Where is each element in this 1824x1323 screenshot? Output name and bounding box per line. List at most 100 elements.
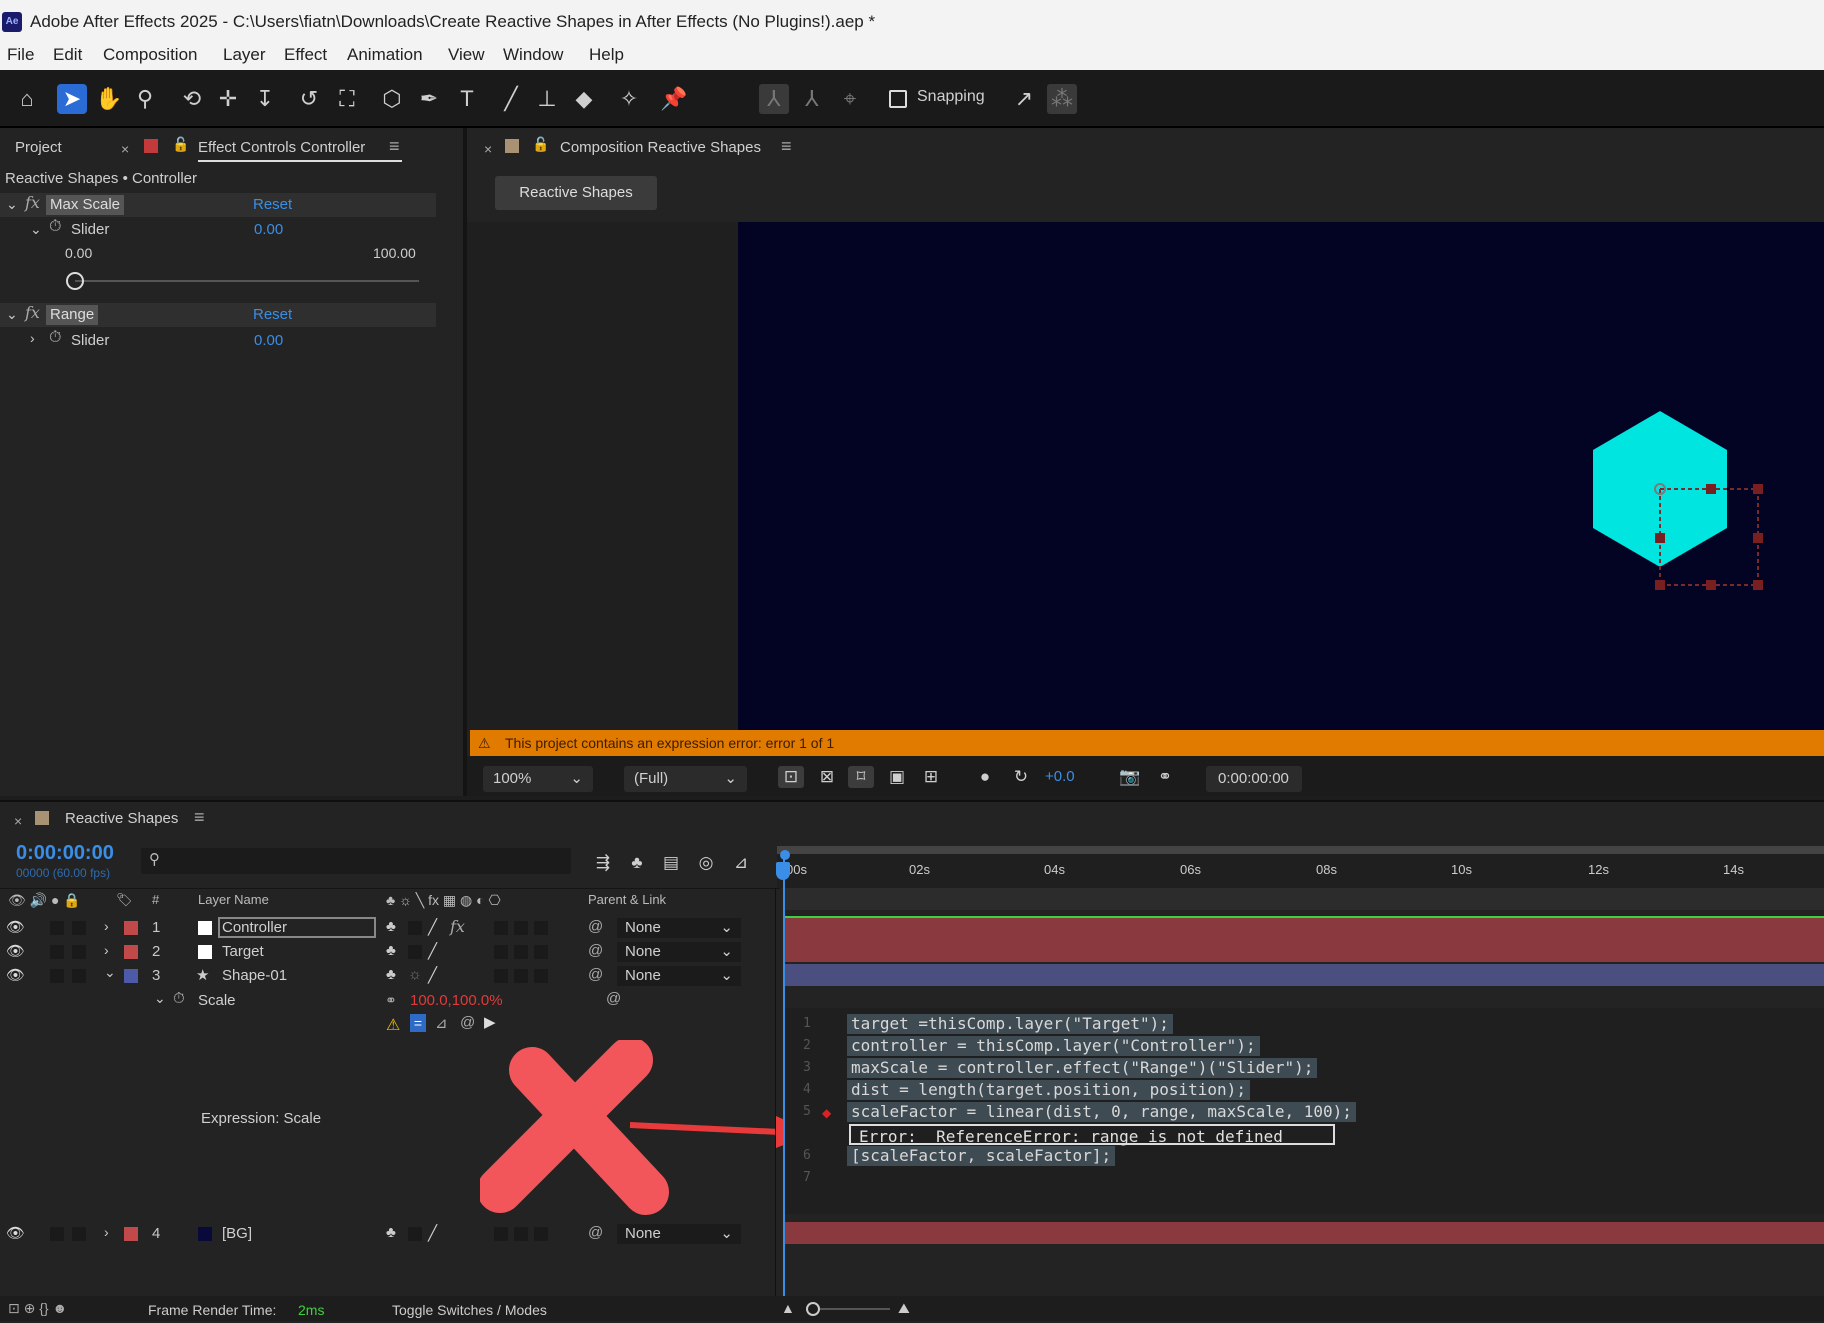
snapping-checkbox[interactable] (889, 90, 907, 108)
collapse-switch[interactable] (408, 921, 422, 935)
layer-label-color[interactable] (124, 945, 138, 959)
parent-dropdown[interactable]: None ⌄ (617, 942, 741, 962)
work-area-start[interactable] (780, 850, 790, 860)
world-axis-icon[interactable]: ⅄ (797, 84, 827, 114)
visibility-eye-icon[interactable]: 👁 (6, 966, 25, 984)
collapse-switch-icon[interactable]: ☼ (408, 966, 422, 983)
menu-help[interactable]: Help (589, 45, 624, 65)
lock-toggle[interactable] (72, 921, 86, 935)
tab-timeline[interactable]: Reactive Shapes (65, 810, 178, 827)
code-line[interactable]: controller = thisComp.layer("Controller"… (847, 1036, 1260, 1056)
layer-row[interactable]: 👁 ⌄ 3 ★ Shape-01 ♣ ☼ ╱ @ None ⌄ (0, 964, 780, 988)
dolly-camera-icon[interactable]: ↧ (250, 84, 280, 114)
layer-row[interactable]: 👁 › 4 [BG] ♣ ╱ @ None ⌄ (0, 1222, 780, 1246)
chevron-down-icon[interactable]: ⌄ (30, 221, 42, 238)
playhead-line[interactable] (783, 852, 785, 1296)
parent-dropdown[interactable]: None ⌄ (617, 918, 741, 938)
frame-blend-switch[interactable] (494, 945, 508, 959)
visibility-eye-icon[interactable]: 👁 (6, 1224, 25, 1242)
reset-exposure-icon[interactable]: ↻ (1008, 766, 1034, 788)
tab-project[interactable]: Project (15, 139, 62, 156)
shape-tool-icon[interactable]: ⬡ (377, 84, 407, 114)
graph-editor-icon[interactable]: ⊿ (728, 852, 754, 874)
menu-layer[interactable]: Layer (223, 45, 266, 65)
menu-edit[interactable]: Edit (53, 45, 82, 65)
motion-blur-switch[interactable] (514, 945, 528, 959)
reset-link[interactable]: Reset (253, 196, 292, 213)
shy-switch-icon[interactable]: ♣ (386, 942, 396, 959)
exposure-value[interactable]: +0.0 (1045, 768, 1075, 785)
brush-tool-icon[interactable]: ╱ (496, 84, 526, 114)
code-line[interactable]: [scaleFactor, scaleFactor]; (847, 1146, 1116, 1166)
stopwatch-icon[interactable]: ⏱ (49, 218, 61, 236)
panel-menu-icon[interactable]: ≡ (194, 807, 205, 828)
chevron-right-icon[interactable]: › (30, 330, 35, 346)
tab-composition[interactable]: Composition Reactive Shapes (560, 139, 761, 156)
status-toggle-icons[interactable]: ⊡ ⊕ {} ☻ (8, 1300, 67, 1317)
adjustment-switch[interactable] (534, 921, 548, 935)
slider-value[interactable]: 0.00 (254, 221, 283, 238)
quality-switch-icon[interactable]: ╱ (428, 942, 437, 960)
pick-whip-icon[interactable]: @ (588, 942, 603, 959)
constrain-proportions-icon[interactable]: ⚭ (385, 992, 397, 1009)
layer-name[interactable]: Target (222, 943, 264, 960)
close-icon[interactable]: × (484, 141, 492, 157)
close-icon[interactable]: × (14, 813, 22, 829)
lock-icon[interactable]: 🔓 (532, 136, 549, 153)
solo-toggle[interactable] (50, 945, 64, 959)
shy-switch-icon[interactable]: ♣ (386, 966, 396, 983)
type-tool-icon[interactable]: T (452, 84, 482, 114)
pick-whip-icon[interactable]: @ (606, 990, 621, 1007)
work-area-bar[interactable] (777, 846, 1824, 854)
snapshot-camera-icon[interactable]: 📷 (1117, 766, 1143, 788)
time-ruler[interactable] (777, 848, 1824, 888)
pick-whip-icon[interactable]: @ (588, 1224, 603, 1241)
code-line[interactable]: target =thisComp.layer("Target"); (847, 1014, 1173, 1034)
expression-warning-icon[interactable]: ⚠ (386, 1015, 400, 1035)
adjustment-switch[interactable] (534, 969, 548, 983)
fx-icon[interactable]: fx (25, 303, 40, 322)
lock-toggle[interactable] (72, 1227, 86, 1241)
shy-switch-icon[interactable]: ♣ (386, 1224, 396, 1241)
chevron-down-icon[interactable]: ⌄ (6, 306, 18, 323)
collapse-switch[interactable] (408, 1227, 422, 1241)
pick-whip-icon[interactable]: @ (588, 966, 603, 983)
chevron-right-icon[interactable]: › (104, 1224, 109, 1240)
show-snapshot-icon[interactable]: ⚭ (1152, 766, 1178, 788)
frame-blend-switch[interactable] (494, 969, 508, 983)
viewer-timecode[interactable]: 0:00:00:00 (1206, 766, 1302, 792)
layer-track-bar[interactable] (783, 964, 1824, 986)
adjustment-switch[interactable] (534, 1227, 548, 1241)
expression-error-bar[interactable]: ⚠ This project contains an expression er… (470, 730, 1824, 756)
expression-graph-icon[interactable]: ⊿ (435, 1014, 448, 1032)
menu-animation[interactable]: Animation (347, 45, 423, 65)
code-line[interactable]: dist = length(target.position, position)… (847, 1080, 1250, 1100)
layer-label-color[interactable] (124, 969, 138, 983)
shy-switch-icon[interactable]: ♣ (386, 918, 396, 935)
layer-name[interactable]: Controller (218, 917, 376, 938)
transparency-grid-icon[interactable]: ⊠ (814, 766, 840, 788)
chevron-right-icon[interactable]: › (104, 942, 109, 958)
lock-toggle[interactable] (72, 945, 86, 959)
parent-dropdown[interactable]: None ⌄ (617, 966, 741, 986)
adjustment-switch[interactable] (534, 945, 548, 959)
pan-behind-icon[interactable]: ⛶ (332, 84, 362, 114)
comp-canvas[interactable] (738, 222, 1824, 730)
mask-path-icon[interactable]: ⌑ (848, 766, 874, 788)
expression-language-menu-icon[interactable]: ▶ (484, 1013, 496, 1031)
frame-blend-switch[interactable] (494, 1227, 508, 1241)
eraser-tool-icon[interactable]: ◆ (569, 84, 599, 114)
scale-value[interactable]: 100.0,100.0% (410, 992, 503, 1009)
fx-icon[interactable]: fx (25, 193, 40, 212)
layer-track-bar[interactable] (783, 940, 1824, 962)
effect-name[interactable]: Max Scale (46, 195, 125, 215)
current-timecode[interactable]: 0:00:00:00 (16, 842, 114, 865)
solo-toggle[interactable] (50, 921, 64, 935)
lock-icon[interactable]: 🔓 (172, 136, 189, 153)
orbit-camera-icon[interactable]: ⟲ (177, 84, 207, 114)
layer-track-bar[interactable] (783, 1222, 1824, 1244)
quality-switch-icon[interactable]: ╱ (428, 1224, 437, 1242)
layer-row[interactable]: 👁 › 1 Controller ♣ ╱ fx @ None ⌄ (0, 916, 780, 940)
lock-toggle[interactable] (72, 969, 86, 983)
enable-expression-icon[interactable]: = (410, 1014, 426, 1032)
